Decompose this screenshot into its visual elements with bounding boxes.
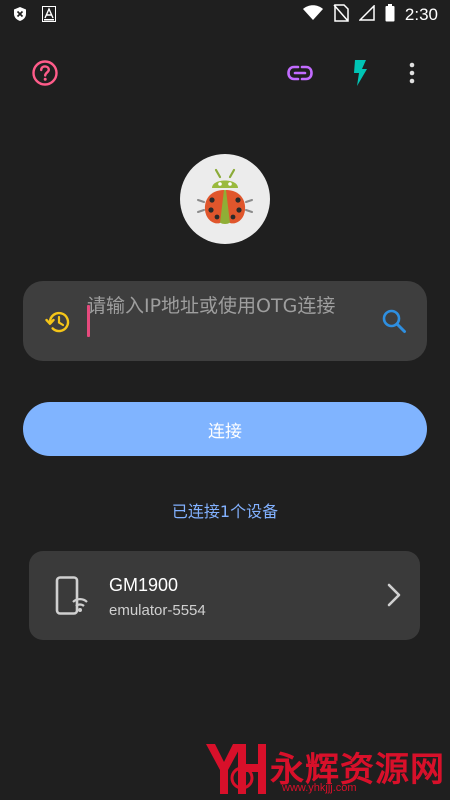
bug-logo-icon: [192, 164, 258, 234]
app-screen: 2:30 请输入IP地址或使用OTG连接 连接 已连接1个设备 GM1900 e…: [0, 0, 450, 800]
history-icon[interactable]: [45, 309, 71, 335]
ip-search-field[interactable]: 请输入IP地址或使用OTG连接: [23, 281, 427, 361]
more-vert-icon: [409, 62, 415, 88]
device-name: GM1900: [109, 575, 179, 595]
signal-icon: [358, 4, 375, 25]
device-serial: emulator-5554: [109, 602, 206, 619]
connected-devices-status: 已连接1个设备: [171, 502, 279, 521]
help-icon: [31, 59, 59, 91]
ip-input-placeholder[interactable]: 请输入IP地址或使用OTG连接: [87, 293, 373, 351]
search-icon[interactable]: [381, 308, 407, 334]
flash-button[interactable]: [345, 60, 375, 90]
no-sim-icon: [333, 4, 349, 26]
status-time: 2:30: [404, 5, 438, 24]
help-button[interactable]: [30, 60, 60, 90]
close-badge-icon: [12, 6, 28, 26]
flash-icon: [351, 59, 369, 91]
link-icon: [286, 63, 314, 87]
phone-wifi-icon: [55, 576, 89, 616]
status-bar: 2:30: [0, 0, 450, 32]
wifi-icon: [302, 5, 323, 25]
watermark-url: www.yhkjjj.com: [282, 782, 357, 794]
more-options-button[interactable]: [400, 60, 424, 90]
link-button[interactable]: [285, 60, 315, 90]
watermark-logo-icon: [202, 740, 268, 800]
device-list-item[interactable]: GM1900 emulator-5554: [29, 551, 420, 640]
connect-button[interactable]: 连接: [23, 402, 427, 456]
watermark: 永辉资源网 www.yhkjjj.com: [200, 736, 450, 800]
battery-icon: [385, 4, 395, 26]
app-logo: [180, 154, 270, 244]
font-a-icon: [42, 6, 56, 26]
chevron-right-icon: [384, 583, 404, 607]
